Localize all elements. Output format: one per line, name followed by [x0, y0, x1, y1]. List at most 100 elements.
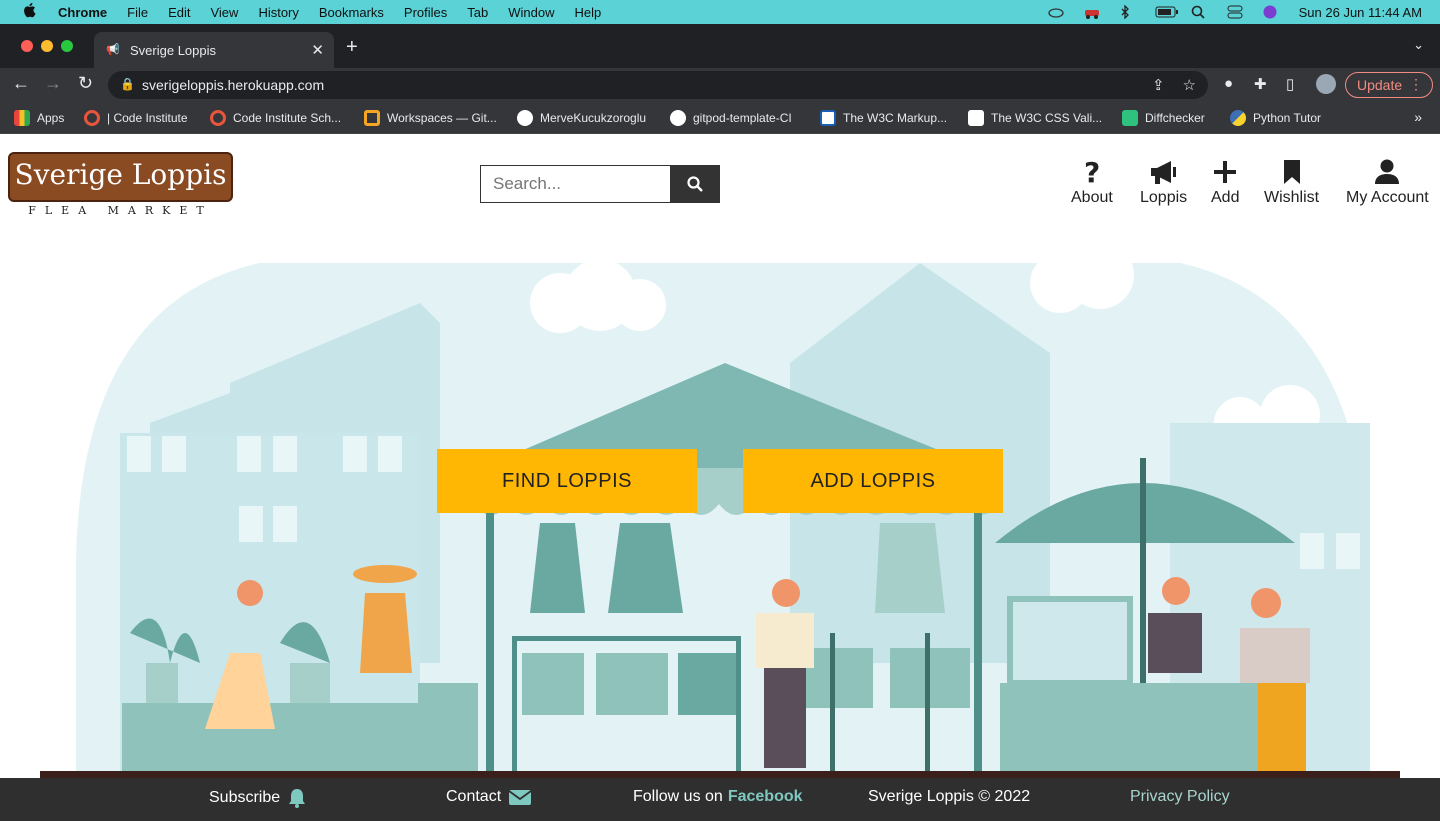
nav-add[interactable]: Add — [1211, 158, 1239, 207]
flea-market-illustration — [40, 263, 1400, 779]
zoom-window-button[interactable] — [61, 40, 73, 52]
share-icon[interactable]: ⇪ — [1152, 76, 1165, 94]
reload-icon[interactable]: ↻ — [78, 73, 93, 94]
siri-icon[interactable] — [1263, 5, 1281, 19]
update-button[interactable]: Update ⋮ — [1345, 72, 1433, 98]
new-tab-icon[interactable]: + — [346, 36, 358, 59]
bookmark-apps[interactable]: Apps — [14, 110, 64, 126]
bookmark-gitpod-template[interactable]: gitpod-template-CI — [670, 110, 792, 126]
battery-icon[interactable] — [1155, 5, 1178, 19]
nav-label: Wishlist — [1264, 189, 1320, 206]
bookmark-w3c-markup[interactable]: The W3C Markup... — [820, 110, 947, 126]
gitpod-icon — [364, 110, 380, 126]
bookmark-workspaces[interactable]: Workspaces — Git... — [364, 110, 497, 126]
w3c-icon — [820, 110, 836, 126]
side-panel-icon[interactable]: ▯ — [1286, 75, 1294, 93]
python-icon — [1230, 110, 1246, 126]
subscribe-label: Subscribe — [209, 789, 281, 806]
tab-search-chevron-icon[interactable]: ⌄ — [1413, 37, 1424, 53]
menu-view[interactable]: View — [210, 5, 238, 20]
more-bookmarks-icon[interactable]: » — [1414, 109, 1422, 125]
plus-icon — [1214, 161, 1237, 183]
minimize-window-button[interactable] — [41, 40, 53, 52]
close-window-button[interactable] — [21, 40, 33, 52]
update-label: Update — [1357, 77, 1403, 93]
close-tab-icon[interactable]: ✕ — [311, 41, 324, 59]
nav-about[interactable]: ? About — [1071, 158, 1113, 207]
code-institute-icon — [210, 110, 226, 126]
menu-window[interactable]: Window — [508, 5, 554, 20]
svg-text:?: ? — [1084, 158, 1100, 186]
bookmarks-bar: Apps | Code Institute Code Institute Sch… — [0, 102, 1440, 134]
find-loppis-button[interactable]: FIND LOPPIS — [437, 449, 697, 513]
menu-bookmarks[interactable]: Bookmarks — [319, 5, 384, 20]
bluetooth-icon[interactable] — [1119, 4, 1137, 20]
subscribe-link[interactable]: Subscribe — [209, 788, 306, 808]
menu-history[interactable]: History — [258, 5, 298, 20]
menu-edit[interactable]: Edit — [168, 5, 190, 20]
user-icon — [1375, 159, 1400, 184]
tab-sverige-loppis[interactable]: 📢 Sverige Loppis ✕ — [94, 32, 334, 68]
contact-link[interactable]: Contact — [446, 788, 532, 806]
bookmark-python-tutor[interactable]: Python Tutor — [1230, 110, 1321, 126]
apps-grid-icon — [14, 110, 30, 126]
bookmark-mervekucukzoroglu[interactable]: MerveKucukzoroglu — [517, 110, 646, 126]
menu-app-name[interactable]: Chrome — [58, 5, 107, 20]
bookmark-code-institute[interactable]: | Code Institute — [84, 110, 188, 126]
bookmark-label: gitpod-template-CI — [693, 111, 792, 125]
facebook-link[interactable]: Facebook — [728, 788, 803, 806]
search-icon — [687, 176, 703, 192]
bookmark-star-icon[interactable]: ☆ — [1183, 76, 1196, 94]
menu-tab[interactable]: Tab — [467, 5, 488, 20]
lock-icon[interactable]: 🔒 — [120, 77, 135, 91]
apple-icon[interactable] — [22, 2, 40, 22]
nav-loppis[interactable]: Loppis — [1140, 158, 1187, 207]
nav-label: About — [1071, 189, 1113, 206]
forward-arrow-icon[interactable]: → — [44, 73, 62, 94]
url-text[interactable]: sverigeloppis.herokuapp.com — [142, 77, 324, 93]
logo-tagline: FLEA MARKET — [28, 204, 213, 217]
back-arrow-icon[interactable]: ← — [12, 73, 30, 94]
bell-icon — [289, 789, 306, 808]
nav-label: Loppis — [1140, 189, 1188, 206]
envelope-icon — [509, 790, 532, 805]
car-extension-icon[interactable] — [1083, 5, 1101, 19]
bookmark-code-institute-sch[interactable]: Code Institute Sch... — [210, 110, 341, 126]
profile-avatar[interactable] — [1316, 74, 1336, 94]
bookmark-label: Code Institute Sch... — [233, 111, 342, 125]
bookmark-icon — [1283, 160, 1300, 184]
extension-icon[interactable]: ● — [1224, 75, 1233, 92]
address-bar[interactable]: 🔒 sverigeloppis.herokuapp.com ⇪ ☆ — [108, 71, 1208, 99]
follow-facebook: Follow us on Facebook — [633, 788, 803, 806]
hero-illustration: FIND LOPPIS ADD LOPPIS — [0, 263, 1440, 779]
menu-help[interactable]: Help — [575, 5, 602, 20]
more-menu-icon[interactable]: ⋮ — [1409, 76, 1423, 93]
control-center-icon[interactable] — [1227, 5, 1245, 19]
bookmark-label: Apps — [37, 111, 65, 125]
code-institute-icon — [84, 110, 100, 126]
nav-wishlist[interactable]: Wishlist — [1264, 158, 1319, 207]
bookmark-label: Workspaces — Git... — [387, 111, 497, 125]
menu-file[interactable]: File — [127, 5, 148, 20]
window-controls — [21, 40, 73, 52]
search-input[interactable] — [480, 165, 670, 203]
menu-profiles[interactable]: Profiles — [404, 5, 447, 20]
puzzle-extensions-icon[interactable]: ✚ — [1254, 75, 1267, 93]
site-logo[interactable]: Sverige Loppis FLEA MARKET — [8, 152, 233, 217]
tab-strip: 📢 Sverige Loppis ✕ + ⌄ — [0, 24, 1440, 68]
cloud-sync-icon[interactable] — [1047, 5, 1065, 19]
bookmark-label: The W3C Markup... — [843, 111, 948, 125]
bookmark-label: | Code Institute — [107, 111, 188, 125]
add-loppis-button[interactable]: ADD LOPPIS — [743, 449, 1003, 513]
bookmark-label: Python Tutor — [1253, 111, 1322, 125]
spotlight-search-icon[interactable] — [1191, 5, 1209, 19]
menubar-clock[interactable]: Sun 26 Jun 11:44 AM — [1299, 5, 1422, 20]
macos-menubar: Chrome File Edit View History Bookmarks … — [0, 0, 1440, 24]
nav-my-account[interactable]: My Account — [1346, 158, 1429, 207]
privacy-policy-link[interactable]: Privacy Policy — [1130, 788, 1230, 806]
bookmark-w3c-css[interactable]: The W3C CSS Vali... — [968, 110, 1102, 126]
bookmark-diffchecker[interactable]: Diffchecker — [1122, 110, 1205, 126]
search-form — [480, 165, 720, 203]
follow-prefix: Follow us on — [633, 788, 723, 805]
search-button[interactable] — [670, 165, 720, 203]
